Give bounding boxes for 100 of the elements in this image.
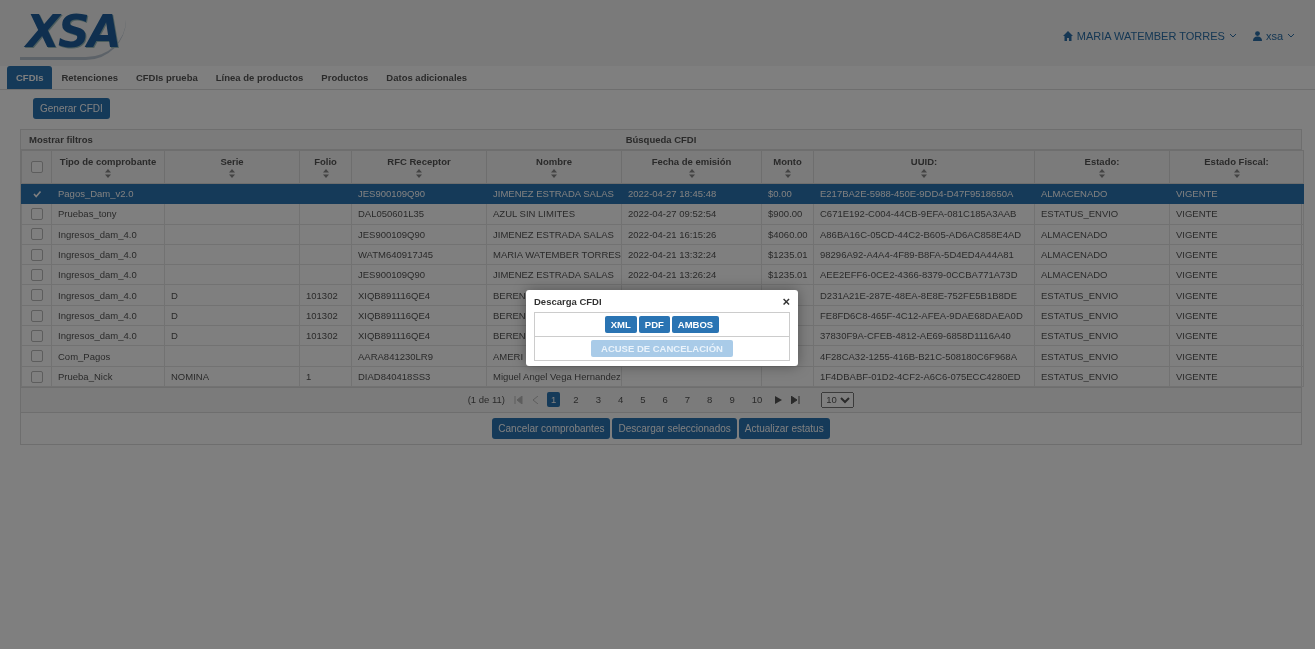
table-cell: C671E192-C004-44CB-9EFA-081C185A3AAB [820, 208, 1017, 220]
page-link[interactable]: 6 [658, 392, 672, 408]
page-link[interactable]: 3 [591, 392, 605, 408]
table-cell: $900.00 [768, 208, 803, 220]
row-checkbox[interactable] [30, 228, 43, 241]
table-cell: 101302 [306, 330, 338, 342]
action-button[interactable]: Cancelar comprobantes [492, 417, 611, 439]
table-cell: ESTATUS_ENVIO [1041, 350, 1119, 362]
table-cell: DIAD840418SS3 [358, 370, 431, 382]
sort-icon [322, 169, 329, 178]
last-page-icon[interactable] [791, 395, 801, 404]
table-cell: 2022-04-21 13:26:24 [628, 269, 717, 281]
row-checkbox[interactable] [30, 269, 43, 282]
table-cell: FE8FD6C8-465F-4C12-AFEA-9DAE68DAEA0D [820, 309, 1023, 321]
row-checkbox[interactable] [30, 370, 43, 383]
table-cell: VIGENTE [1176, 309, 1218, 321]
page-link[interactable]: 10 [747, 392, 767, 408]
page-link[interactable]: 8 [703, 392, 717, 408]
table-cell: JES900109Q90 [358, 228, 426, 240]
table-cell: JES900109Q90 [358, 188, 426, 200]
row-checkbox[interactable] [30, 350, 43, 363]
table-cell: ESTATUS_ENVIO [1041, 289, 1119, 301]
table-cell: VIGENTE [1176, 188, 1218, 200]
page-link[interactable]: 1 [547, 392, 561, 408]
table-cell: VIGENTE [1176, 249, 1218, 261]
table-cell: BEREN [493, 330, 526, 342]
page-link[interactable]: 2 [569, 392, 583, 408]
table-cell: BEREN [493, 289, 526, 301]
table-cell: ESTATUS_ENVIO [1041, 370, 1119, 382]
table-cell: ALMACENADO [1041, 228, 1108, 240]
previous-page-icon[interactable] [532, 395, 539, 404]
row-checkbox[interactable] [30, 329, 43, 342]
table-cell: 101302 [306, 289, 338, 301]
table-cell: Miguel Angel Vega Hernandez [493, 370, 621, 382]
tab[interactable]: CFDIs [7, 66, 53, 89]
table-cell: VIGENTE [1176, 228, 1218, 240]
check-icon [31, 188, 42, 199]
select-all-checkbox[interactable] [30, 161, 43, 174]
table-cell: VIGENTE [1176, 269, 1218, 281]
table-cell: Pagos_Dam_v2.0 [58, 188, 134, 200]
table-cell: XIQB891116QE4 [358, 289, 430, 301]
next-page-icon[interactable] [775, 395, 783, 404]
sort-icon [921, 169, 927, 178]
row-checkbox[interactable] [30, 248, 43, 261]
page-link[interactable]: 5 [636, 392, 650, 408]
table-cell: ESTATUS_ENVIO [1041, 208, 1119, 220]
table-cell: AEE2EFF6-0CE2-4366-8379-0CCBA771A73D [820, 269, 1018, 281]
user-menu[interactable]: xsa [1252, 30, 1295, 42]
logo-text: XSA [20, 6, 126, 60]
table-cell: ALMACENADO [1041, 188, 1108, 200]
action-button[interactable]: Descargar seleccionados [612, 417, 737, 439]
table-cell: NOMINA [171, 370, 209, 382]
table-cell: D231A21E-287E-48EA-8E8E-752FE5B1B8DE [820, 289, 1017, 301]
table-cell: 101302 [306, 309, 338, 321]
table-cell: Ingresos_dam_4.0 [58, 269, 137, 281]
generate-cfdi-button[interactable]: Generar CFDI [33, 98, 110, 119]
page-link[interactable]: 7 [680, 392, 695, 408]
page-link[interactable]: 4 [613, 392, 628, 408]
table-cell: VIGENTE [1176, 330, 1218, 342]
row-checkbox[interactable] [30, 208, 43, 221]
table-cell: 2022-04-21 16:15:26 [628, 228, 717, 240]
page-link[interactable]: 9 [725, 392, 739, 408]
page-size-select[interactable]: 10 [821, 391, 855, 408]
table-cell: ALMACENADO [1041, 249, 1108, 261]
table-cell: ESTATUS_ENVIO [1041, 309, 1119, 321]
table-cell: JES900109Q90 [358, 269, 426, 281]
download-button[interactable]: XML [604, 316, 637, 333]
first-page-icon[interactable] [514, 395, 524, 404]
table-cell: $0.00 [768, 188, 792, 200]
row-checkbox[interactable] [30, 309, 43, 322]
table-cell: WATM640917J45 [358, 249, 433, 261]
table-cell: JIMENEZ ESTRADA SALAS [493, 228, 614, 240]
caret-icon [1228, 33, 1237, 39]
table-cell: ESTATUS_ENVIO [1041, 330, 1119, 342]
table-cell: Ingresos_dam_4.0 [58, 249, 137, 261]
sort-icon [229, 169, 235, 178]
table-cell: E217BA2E-5988-450E-9DD4-D47F9518650A [820, 188, 1014, 200]
close-button[interactable]: × [782, 295, 790, 308]
table-cell: $4060.00 [768, 228, 808, 240]
home-icon [1062, 31, 1073, 41]
action-button[interactable]: Actualizar estatus [738, 417, 830, 439]
download-button[interactable]: AMBOS [671, 316, 720, 333]
table-cell: VIGENTE [1176, 370, 1218, 382]
company-menu[interactable]: MARIA WATEMBER TORRES [1062, 30, 1237, 42]
table-cell: VIGENTE [1176, 350, 1218, 362]
tab[interactable]: Datos adicionales [377, 66, 477, 89]
table-cell: D [171, 309, 178, 321]
modal-title: Descarga CFDI [534, 296, 602, 307]
tab[interactable]: Productos [312, 66, 378, 89]
show-filters-link[interactable]: Mostrar filtros [29, 134, 626, 145]
sort-icon [688, 169, 695, 178]
table-cell: 1 [306, 370, 312, 382]
tab[interactable]: Retenciones [52, 66, 127, 89]
tab[interactable]: CFDIs prueba [126, 66, 207, 89]
row-checkbox[interactable] [30, 289, 43, 302]
table-cell: Ingresos_dam_4.0 [58, 228, 137, 240]
table-cell: AMERI [493, 350, 524, 362]
table-cell: BEREN [493, 309, 526, 321]
tab[interactable]: Línea de productos [206, 66, 313, 89]
download-button[interactable]: PDF [638, 316, 670, 333]
